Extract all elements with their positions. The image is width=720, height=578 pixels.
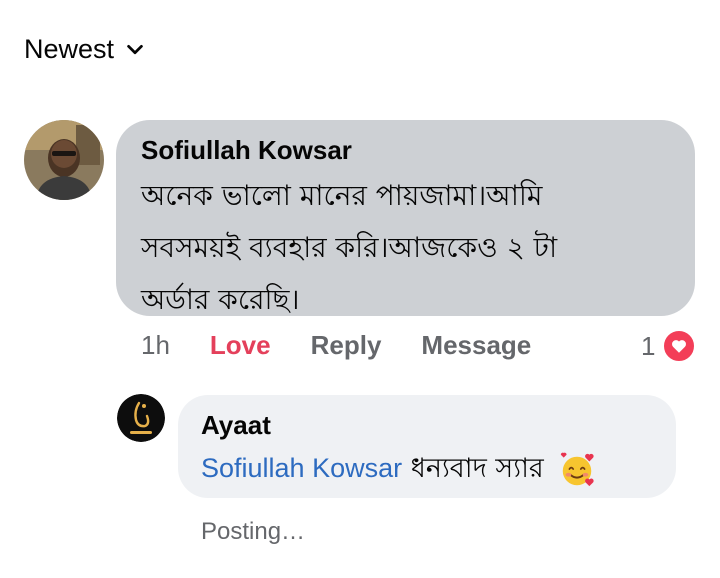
sort-dropdown[interactable]: Newest [24, 34, 146, 65]
comment-text: অনেক ভালো মানের পায়জামা।আমি সবসময়ই ব্য… [141, 170, 671, 326]
reply-text: Sofiullah Kowsar ধন্যবাদ স্যার [201, 450, 671, 489]
avatar[interactable] [24, 120, 104, 200]
heart-icon [661, 328, 698, 364]
avatar-photo [24, 120, 104, 200]
comment-actions: 1h Love Reply Message [141, 330, 531, 361]
smiling-face-with-hearts-icon [561, 452, 594, 486]
comment-author[interactable]: Sofiullah Kowsar [141, 135, 352, 166]
comment-line: সবসময়ই ব্যবহার করি।আজকেও ২ টা [141, 231, 558, 264]
reply-button[interactable]: Reply [311, 330, 382, 361]
comment-line: অর্ডার করেছি। [141, 283, 300, 316]
love-button[interactable]: Love [210, 330, 271, 361]
reply-author[interactable]: Ayaat [201, 410, 271, 441]
sort-label: Newest [24, 34, 115, 64]
posting-status: Posting… [201, 518, 306, 545]
reply-message: ধন্যবাদ স্যার [410, 453, 544, 484]
message-button[interactable]: Message [421, 330, 531, 361]
chevron-down-icon [127, 44, 143, 54]
mention-link[interactable]: Sofiullah Kowsar [201, 453, 402, 483]
page-avatar[interactable] [117, 394, 165, 442]
reaction-count: 1 [641, 330, 656, 361]
ayaat-logo-icon [117, 394, 165, 442]
reaction-summary[interactable]: 1 [641, 328, 698, 364]
comment-line: অনেক ভালো মানের পায়জামা।আমি [141, 179, 543, 212]
comment-time[interactable]: 1h [141, 330, 170, 361]
